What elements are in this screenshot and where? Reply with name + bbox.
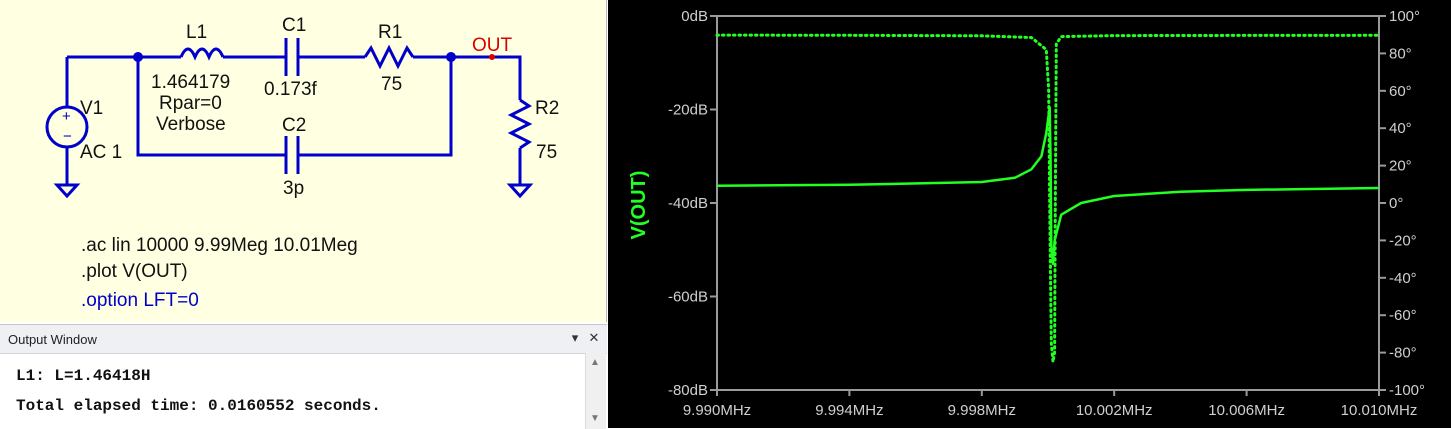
output-line: L1: L=1.46418H xyxy=(16,367,151,385)
y-right-tick-label: 100° xyxy=(1389,8,1420,25)
r2-ref[interactable]: R2 xyxy=(535,98,559,119)
waveform-plot[interactable]: 0dB -20dB -40dB -60dB -80dB 100° 80° 60° 40° 20°… xyxy=(608,0,1451,428)
directive-plot[interactable]: .plot V(OUT) xyxy=(81,261,188,282)
output-window-title: Output Window xyxy=(8,332,97,347)
y-left-tick-label: -60dB xyxy=(668,289,708,306)
x-tick-label: 10.002MHz xyxy=(1076,402,1153,419)
r1-ref[interactable]: R1 xyxy=(378,22,402,43)
x-tick-label: 10.006MHz xyxy=(1208,402,1285,419)
y-right-tick-label: 40° xyxy=(1389,120,1412,137)
capacitor-c2-plates xyxy=(284,136,300,174)
resistor-r1-zigzag xyxy=(363,44,415,70)
y-right-tick-label: 80° xyxy=(1389,45,1412,62)
y-right-tick-label: -100° xyxy=(1389,382,1425,399)
junction-dot-right xyxy=(446,52,456,62)
ground-icon-v1 xyxy=(53,183,81,199)
y-right-tick-label: -80° xyxy=(1389,345,1417,362)
x-tick-label: 9.998MHz xyxy=(948,402,1016,419)
c1-value[interactable]: 0.173f xyxy=(264,79,318,100)
plus-sign-icon: + xyxy=(62,108,71,125)
output-scrollbar[interactable]: ▲ ▼ xyxy=(585,353,606,429)
wire-r1-out xyxy=(413,55,522,100)
y-left-tick-label: -80dB xyxy=(668,382,708,399)
phase-trace[interactable] xyxy=(715,33,1381,364)
y-right-tick-label: -20° xyxy=(1389,232,1417,249)
c2-ref[interactable]: C2 xyxy=(282,115,306,136)
waveform-viewer[interactable]: 0dB -20dB -40dB -60dB -80dB 100° 80° 60° 40° 20°… xyxy=(608,0,1451,428)
output-window: Output Window ▾ ✕ L1: L=1.46418H Total el… xyxy=(0,324,607,429)
trace-label-vout[interactable]: V(OUT) xyxy=(628,171,650,240)
x-tick-label: 9.990MHz xyxy=(683,402,751,419)
schematic-canvas[interactable]: + − V1 AC 1 L1 1.464179 Rpar=0 Verbose C… xyxy=(0,0,606,322)
close-icon[interactable]: ✕ xyxy=(585,328,603,348)
v1-value[interactable]: AC 1 xyxy=(80,142,122,163)
x-tick-label: 10.010MHz xyxy=(1341,402,1418,419)
l1-ref[interactable]: L1 xyxy=(186,22,207,43)
c1-ref[interactable]: C1 xyxy=(282,15,306,36)
y-left-tick-label: -20dB xyxy=(668,102,708,119)
dropdown-arrow-icon[interactable]: ▾ xyxy=(566,328,584,348)
wire-c2-right xyxy=(298,57,453,157)
l1-param-rpar[interactable]: Rpar=0 xyxy=(159,93,222,114)
y-left-tick-label: -40dB xyxy=(668,195,708,212)
y-right-tick-label: 20° xyxy=(1389,158,1412,175)
y-right-tick-label: -60° xyxy=(1389,307,1417,324)
y-right-tick-label: 0° xyxy=(1389,195,1403,212)
directive-ac[interactable]: .ac lin 10000 9.99Meg 10.01Meg xyxy=(81,235,358,256)
ground-icon-r2 xyxy=(506,183,534,199)
inductor-l1-coil xyxy=(179,47,225,61)
l1-param-verbose[interactable]: Verbose xyxy=(156,114,226,135)
y-left-tick-label: 0dB xyxy=(681,8,708,25)
directive-option[interactable]: .option LFT=0 xyxy=(81,290,199,311)
schematic-editor[interactable]: + − V1 AC 1 L1 1.464179 Rpar=0 Verbose C… xyxy=(0,0,607,322)
scroll-up-icon[interactable]: ▲ xyxy=(590,357,600,368)
y-right-tick-label: 60° xyxy=(1389,83,1412,100)
output-log: L1: L=1.46418H Total elapsed time: 0.0160… xyxy=(16,361,381,421)
output-window-title-bar[interactable]: Output Window ▾ ✕ xyxy=(0,325,607,354)
r2-value[interactable]: 75 xyxy=(536,142,557,163)
scroll-down-icon[interactable]: ▼ xyxy=(590,413,600,424)
capacitor-c1-plates xyxy=(284,38,300,76)
c2-value[interactable]: 3p xyxy=(283,178,304,199)
junction-dot-left xyxy=(133,52,143,62)
minus-sign-icon: − xyxy=(63,128,72,145)
l1-value[interactable]: 1.464179 xyxy=(151,72,230,93)
x-tick-label: 9.994MHz xyxy=(815,402,883,419)
net-label-out[interactable]: OUT xyxy=(472,35,513,56)
r1-value[interactable]: 75 xyxy=(381,74,402,95)
resistor-r2-zigzag xyxy=(507,98,533,150)
y-right-tick-label: -40° xyxy=(1389,270,1417,287)
v1-ref[interactable]: V1 xyxy=(80,98,103,119)
output-line: Total elapsed time: 0.0160552 seconds. xyxy=(16,397,381,415)
